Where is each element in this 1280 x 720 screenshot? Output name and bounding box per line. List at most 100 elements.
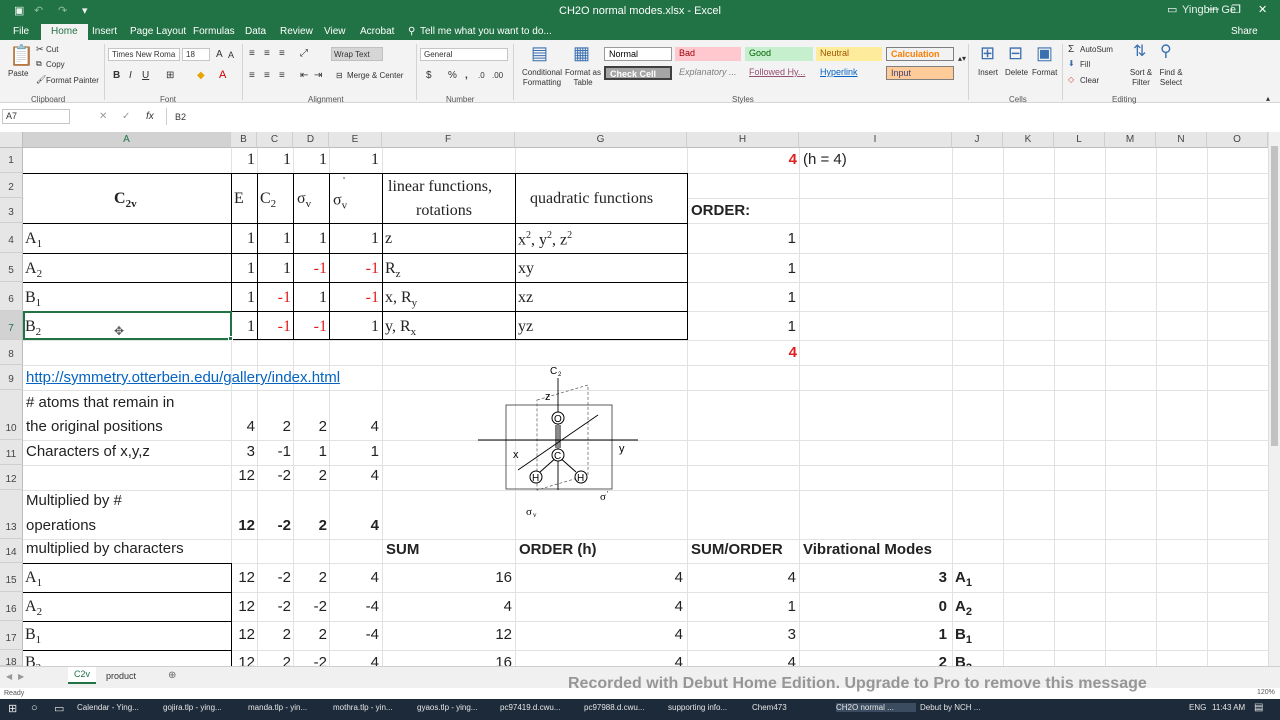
column-header-n[interactable]: N xyxy=(1156,132,1207,148)
row-header-18[interactable]: 18 xyxy=(0,650,23,666)
selected-cell-a7[interactable] xyxy=(23,311,232,340)
row-header-3[interactable]: 3 xyxy=(0,198,23,223)
row-header-6[interactable]: 6 xyxy=(0,282,23,311)
decrease-indent-icon[interactable]: ⇤ xyxy=(300,70,308,81)
borders-icon[interactable]: ⊞ xyxy=(166,70,174,81)
tab-page-layout[interactable]: Page Layout xyxy=(130,26,186,37)
insert-cells-icon[interactable]: ⊞ xyxy=(980,44,995,62)
gallery-link[interactable]: http://symmetry.otterbein.edu/gallery/in… xyxy=(26,370,340,385)
cut-icon[interactable]: ✂ xyxy=(36,44,44,55)
tab-file[interactable]: File xyxy=(13,26,29,37)
column-header-l[interactable]: L xyxy=(1054,132,1105,148)
fill-icon[interactable]: ⬇ xyxy=(1068,59,1075,68)
taskbar-item[interactable]: Debut by NCH ... xyxy=(920,703,1000,712)
format-cells-button[interactable]: Format xyxy=(1032,68,1057,77)
row-header-13[interactable]: 13 xyxy=(0,490,23,539)
vertical-scrollbar[interactable] xyxy=(1268,132,1280,666)
tab-insert[interactable]: Insert xyxy=(92,26,117,37)
font-name-select[interactable]: Times New Roma xyxy=(108,48,180,61)
conditional-formatting-button[interactable]: Conditional Formatting xyxy=(518,68,566,88)
taskbar-item[interactable]: manda.tlp - yin... xyxy=(248,703,328,712)
language-indicator[interactable]: ENG xyxy=(1189,703,1206,712)
taskbar-item[interactable]: Calendar - Ying... xyxy=(77,703,157,712)
row-header-1[interactable]: 1 xyxy=(0,148,23,173)
column-header-b[interactable]: B xyxy=(231,132,257,148)
tab-acrobat[interactable]: Acrobat xyxy=(360,26,394,37)
share-button[interactable]: Share xyxy=(1231,26,1258,37)
tab-home[interactable]: Home xyxy=(41,24,88,40)
row-header-5[interactable]: 5 xyxy=(0,253,23,282)
find-select-icon[interactable]: ⚲ xyxy=(1160,44,1172,60)
tab-review[interactable]: Review xyxy=(280,26,313,37)
row-header-15[interactable]: 15 xyxy=(0,563,23,592)
search-icon[interactable]: ○ xyxy=(31,702,38,714)
ribbon-display-icon[interactable]: ▭ xyxy=(1167,3,1177,16)
copy-icon[interactable]: ⧉ xyxy=(36,59,42,69)
tab-data[interactable]: Data xyxy=(245,26,266,37)
font-size-select[interactable]: 18 xyxy=(182,48,210,61)
formula-input[interactable]: B2 xyxy=(175,112,186,122)
column-header-j[interactable]: J xyxy=(952,132,1003,148)
bottom-align-icon[interactable]: ≡ xyxy=(279,48,285,59)
number-format-select[interactable]: General xyxy=(420,48,508,61)
row-header-4[interactable]: 4 xyxy=(0,223,23,253)
row-header-2[interactable]: 2 xyxy=(0,173,23,198)
name-box[interactable]: A7 xyxy=(2,109,70,124)
delete-cells-icon[interactable]: ⊟ xyxy=(1008,44,1023,62)
cut-button[interactable]: Cut xyxy=(46,45,58,54)
increase-indent-icon[interactable]: ⇥ xyxy=(314,70,322,81)
comma-icon[interactable]: , xyxy=(465,70,468,81)
tab-view[interactable]: View xyxy=(324,26,346,37)
conditional-formatting-icon[interactable]: ▤ xyxy=(531,44,548,62)
align-left-icon[interactable]: ≡ xyxy=(249,70,255,81)
insert-cells-button[interactable]: Insert xyxy=(978,68,998,77)
sort-filter-button[interactable]: Sort & Filter xyxy=(1126,68,1156,88)
tell-me-box[interactable]: Tell me what you want to do... xyxy=(420,26,552,37)
fill-button[interactable]: Fill xyxy=(1080,60,1090,69)
top-align-icon[interactable]: ≡ xyxy=(249,48,255,59)
style-explanatory[interactable]: Explanatory ... xyxy=(675,66,741,80)
styles-scroll-icon[interactable]: ▴▾ xyxy=(958,54,966,63)
decrease-decimal-icon[interactable]: .00 xyxy=(492,71,503,80)
row-header-10[interactable]: 10 xyxy=(0,390,23,440)
taskbar-item[interactable]: supporting info... xyxy=(668,703,748,712)
column-header-c[interactable]: C xyxy=(257,132,293,148)
scroll-thumb[interactable] xyxy=(1271,146,1278,446)
sheet-tab-c2v[interactable]: C2v xyxy=(68,667,96,684)
clear-icon[interactable]: ◇ xyxy=(1068,75,1074,84)
autosum-icon[interactable]: Σ xyxy=(1068,44,1074,55)
zoom-level[interactable]: 120% xyxy=(1257,689,1275,696)
collapse-ribbon-icon[interactable]: ▴ xyxy=(1266,94,1270,103)
taskbar-item[interactable]: mothra.tlp - yin... xyxy=(333,703,413,712)
fill-color-icon[interactable]: ◆ xyxy=(197,70,205,81)
column-header-i[interactable]: I xyxy=(799,132,952,148)
merge-icon[interactable]: ⊟ xyxy=(336,71,343,80)
maximize-button[interactable]: ❐ xyxy=(1231,3,1241,16)
row-header-8[interactable]: 8 xyxy=(0,340,23,365)
currency-icon[interactable]: $ xyxy=(426,70,432,81)
row-header-7[interactable]: 7 xyxy=(0,311,23,340)
style-hyperlink[interactable]: Hyperlink xyxy=(816,66,882,80)
next-sheet-icon[interactable]: ▶ xyxy=(18,672,24,681)
style-followed-hyperlink[interactable]: Followed Hy... xyxy=(745,66,813,80)
cancel-icon[interactable]: ✕ xyxy=(99,111,107,122)
style-input[interactable]: Input xyxy=(886,66,954,80)
select-all-corner[interactable] xyxy=(0,132,23,148)
column-header-a[interactable]: A xyxy=(23,132,231,148)
column-header-d[interactable]: D xyxy=(293,132,329,148)
taskbar-item[interactable]: pc97988.d.cwu... xyxy=(584,703,664,712)
enter-icon[interactable]: ✓ xyxy=(122,111,130,122)
copy-button[interactable]: Copy xyxy=(46,60,65,69)
taskbar-item[interactable]: CH2O normal ... xyxy=(836,703,916,712)
italic-icon[interactable]: I xyxy=(129,70,132,81)
increase-decimal-icon[interactable]: .0 xyxy=(478,71,485,80)
delete-cells-button[interactable]: Delete xyxy=(1005,68,1028,77)
insert-function-icon[interactable]: fx xyxy=(146,111,154,122)
underline-icon[interactable]: U xyxy=(142,70,149,81)
clock[interactable]: 11:43 AM xyxy=(1212,703,1245,712)
fill-handle[interactable] xyxy=(228,336,233,341)
style-normal[interactable]: Normal xyxy=(604,47,672,61)
column-header-o[interactable]: O xyxy=(1207,132,1268,148)
prev-sheet-icon[interactable]: ◀ xyxy=(6,672,12,681)
column-header-h[interactable]: H xyxy=(687,132,799,148)
